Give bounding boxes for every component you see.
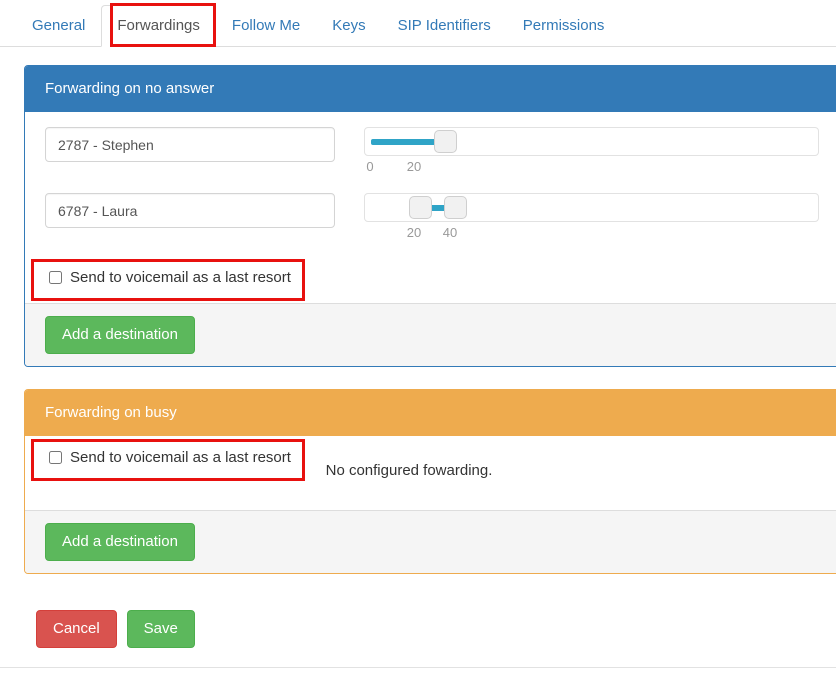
tab-bar: General Forwardings Follow Me Keys SIP I… (0, 0, 836, 47)
tab-sip-identifiers[interactable]: SIP Identifiers (382, 5, 507, 47)
add-destination-button-no-answer[interactable]: Add a destination (45, 316, 195, 354)
form-actions: Cancel Save (24, 596, 836, 648)
add-destination-button-busy[interactable]: Add a destination (45, 523, 195, 561)
slider-label-1a: 0 (366, 159, 373, 174)
panel-title-no-answer: Forwarding on no answer (25, 66, 836, 112)
slider-label-2a: 20 (407, 225, 421, 240)
voicemail-checkbox-busy[interactable] (49, 451, 62, 464)
panel-title-busy: Forwarding on busy (25, 390, 836, 436)
panel-footer-busy: Add a destination (25, 510, 836, 573)
voicemail-checkbox-text-busy: Send to voicemail as a last resort (70, 449, 291, 466)
slider-handle-2b[interactable] (444, 196, 467, 219)
panel-body-busy: No configured fowarding. Send to voicema… (25, 436, 836, 510)
voicemail-checkbox-text-no-answer: Send to voicemail as a last resort (70, 269, 291, 286)
slider-track-2 (371, 205, 812, 211)
panel-body-no-answer: 0 20 20 (25, 112, 836, 303)
tab-forwardings[interactable]: Forwardings (101, 5, 216, 47)
cancel-button[interactable]: Cancel (36, 610, 117, 648)
panel-forwarding-busy: Forwarding on busy No configured fowardi… (24, 389, 836, 574)
slider-labels-2: 20 40 (364, 225, 819, 245)
tab-follow-me[interactable]: Follow Me (216, 5, 316, 47)
slider-labels-1: 0 20 (364, 159, 819, 179)
delay-slider-1[interactable] (364, 127, 819, 156)
slider-handle-2a[interactable] (409, 196, 432, 219)
panel-forwarding-no-answer: Forwarding on no answer 0 20 (24, 65, 836, 367)
voicemail-checkbox-row-busy: Send to voicemail as a last resort (45, 439, 836, 478)
voicemail-checkbox-row-no-answer: Send to voicemail as a last resort (45, 259, 836, 298)
destination-row: 20 40 (45, 193, 836, 245)
destination-row: 0 20 (45, 127, 836, 179)
forwardings-content: Forwarding on no answer 0 20 (0, 47, 836, 648)
tab-permissions[interactable]: Permissions (507, 5, 621, 47)
destination-input-2[interactable] (45, 193, 335, 228)
voicemail-checkbox-no-answer[interactable] (49, 271, 62, 284)
voicemail-checkbox-label-no-answer[interactable]: Send to voicemail as a last resort (45, 267, 297, 288)
tab-keys[interactable]: Keys (316, 5, 381, 47)
panel-footer-no-answer: Add a destination (25, 303, 836, 366)
slider-handle-1a[interactable] (434, 130, 457, 153)
voicemail-checkbox-label-busy[interactable]: Send to voicemail as a last resort (45, 447, 297, 468)
slider-track-1 (371, 139, 812, 145)
delay-slider-group-2: 20 40 (364, 193, 819, 245)
delay-slider-2[interactable] (364, 193, 819, 222)
save-button[interactable]: Save (127, 610, 195, 648)
slider-label-2b: 40 (443, 225, 457, 240)
delay-slider-group-1: 0 20 (364, 127, 819, 179)
bottom-divider (0, 667, 836, 668)
destination-input-1[interactable] (45, 127, 335, 162)
slider-label-1b: 20 (407, 159, 421, 174)
tab-general[interactable]: General (16, 5, 101, 47)
